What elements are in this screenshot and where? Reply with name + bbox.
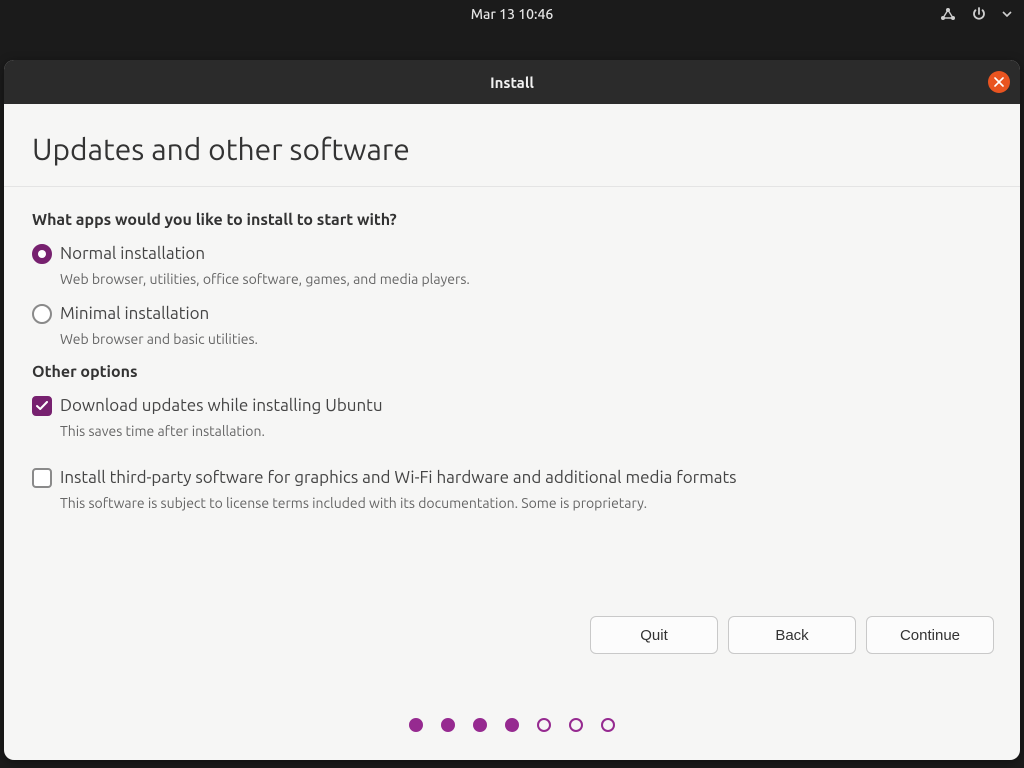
normal-install-label: Normal installation	[60, 243, 205, 265]
close-icon	[994, 77, 1004, 87]
installer-window: Install Updates and other software What …	[4, 60, 1020, 760]
window-title: Install	[490, 74, 534, 91]
system-tray	[940, 0, 1012, 28]
progress-dot-1	[409, 718, 423, 732]
other-options-heading: Other options	[32, 363, 992, 381]
download-updates-checkbox[interactable]	[32, 396, 52, 416]
chevron-down-icon[interactable]	[1002, 11, 1012, 17]
thirdparty-option[interactable]: Install third-party software for graphic…	[32, 467, 992, 489]
network-icon[interactable]	[940, 7, 956, 21]
divider	[4, 186, 1020, 187]
minimal-install-radio[interactable]	[32, 304, 52, 324]
continue-button[interactable]: Continue	[866, 616, 994, 654]
system-top-bar: Mar 13 10:46	[0, 0, 1024, 28]
download-updates-option[interactable]: Download updates while installing Ubuntu	[32, 395, 992, 417]
normal-install-desc: Web browser, utilities, office software,…	[60, 271, 992, 287]
progress-dot-5	[537, 718, 551, 732]
progress-dot-4	[505, 718, 519, 732]
thirdparty-desc: This software is subject to license term…	[60, 495, 992, 511]
progress-dot-2	[441, 718, 455, 732]
progress-dot-6	[569, 718, 583, 732]
normal-install-radio[interactable]	[32, 244, 52, 264]
clock-text: Mar 13 10:46	[471, 6, 554, 22]
close-button[interactable]	[988, 71, 1010, 93]
download-updates-label: Download updates while installing Ubuntu	[60, 395, 383, 417]
window-titlebar: Install	[4, 60, 1020, 104]
power-icon[interactable]	[972, 7, 986, 21]
progress-dot-7	[601, 718, 615, 732]
minimal-install-option[interactable]: Minimal installation	[32, 303, 992, 325]
page-content: Updates and other software What apps wou…	[4, 104, 1020, 511]
minimal-install-label: Minimal installation	[60, 303, 209, 325]
thirdparty-label: Install third-party software for graphic…	[60, 467, 737, 489]
normal-install-option[interactable]: Normal installation	[32, 243, 992, 265]
download-updates-desc: This saves time after installation.	[60, 423, 992, 439]
back-button[interactable]: Back	[728, 616, 856, 654]
wizard-buttons: Quit Back Continue	[590, 616, 994, 654]
progress-indicator	[409, 718, 615, 732]
thirdparty-checkbox[interactable]	[32, 468, 52, 488]
progress-dot-3	[473, 718, 487, 732]
install-type-question: What apps would you like to install to s…	[32, 211, 992, 229]
page-heading: Updates and other software	[32, 132, 992, 166]
quit-button[interactable]: Quit	[590, 616, 718, 654]
minimal-install-desc: Web browser and basic utilities.	[60, 331, 992, 347]
